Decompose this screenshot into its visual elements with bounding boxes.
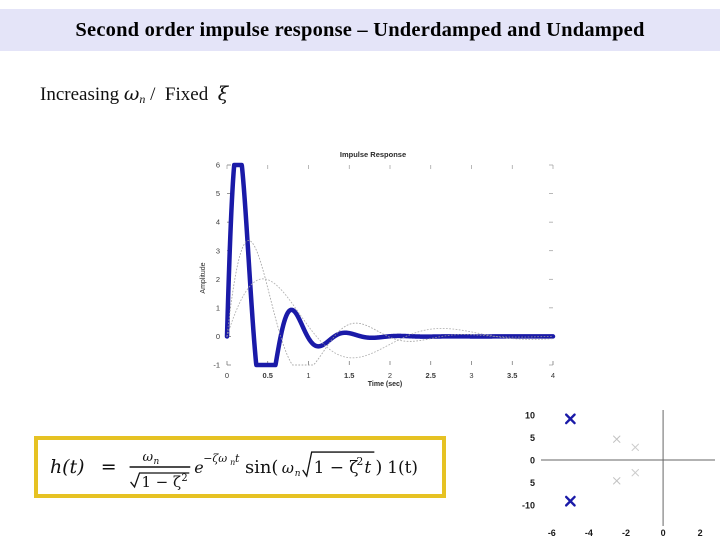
y-tick-label: -1 xyxy=(213,361,220,370)
x-tick-label: 3 xyxy=(469,371,473,380)
omega-subscript: n xyxy=(139,92,146,106)
formula-denominator-exponent: 2 xyxy=(181,473,187,484)
formula-sin-radicand: 1 − ζ xyxy=(314,457,359,477)
subtitle-separator: / xyxy=(150,84,156,105)
pole-marker-x-icon xyxy=(631,468,639,477)
y-tick-label: 4 xyxy=(216,218,220,227)
pole-map-y-tick-label: 5 xyxy=(530,478,535,488)
x-tick-label: 1 xyxy=(306,371,310,380)
formula-sin: sin( xyxy=(245,457,278,478)
pole-map-y-tick-label: -10 xyxy=(522,501,535,511)
series-line-0 xyxy=(224,162,556,368)
pole-map-y-ticks: -10 5 0 5 10 xyxy=(522,410,535,510)
formula-denominator: 1 − ζ xyxy=(142,473,182,491)
zeta-symbol: ξ xyxy=(217,83,229,105)
x-tick-label: 2.5 xyxy=(426,371,436,380)
pole-map-y-tick-label: 10 xyxy=(525,410,535,420)
x-tick-label: 2 xyxy=(388,371,392,380)
x-tick-label: 1.5 xyxy=(344,371,354,380)
formula-sin-t: t xyxy=(364,457,371,477)
pole-map-y-tick-label: 0 xyxy=(530,456,535,466)
y-tick-label: 3 xyxy=(216,246,220,255)
formula-sin-exponent: 2 xyxy=(356,455,363,468)
x-tick-label: 0 xyxy=(225,371,229,380)
pole-marker-x-icon xyxy=(613,477,621,485)
impulse-response-chart: Impulse Response Amplitude Time (sec) -1… xyxy=(175,143,565,393)
y-tick-label: 0 xyxy=(216,332,220,341)
subtitle-increasing-wn-fixed-zeta: Increasing ωn / Fixed ξ xyxy=(40,83,228,107)
pole-map-y-tick-label: 5 xyxy=(530,433,535,443)
impulse-response-svg: Impulse Response Amplitude Time (sec) -1… xyxy=(200,150,556,388)
chart-xlabel: Time (sec) xyxy=(368,381,403,388)
formula-unit-step: 1(t) xyxy=(387,457,418,477)
series-line-1 xyxy=(226,240,554,366)
subtitle-middle: Fixed xyxy=(164,84,209,105)
impulse-response-formula-box: h(t) = ω n 1 − ζ 2 e −ζω n t sin( ω n 1 … xyxy=(34,436,446,498)
formula-equals: = xyxy=(101,456,117,478)
pole-map-x-tick-label: -4 xyxy=(585,528,593,538)
chart-series-group xyxy=(224,162,556,368)
formula-exp-power-t: t xyxy=(235,452,240,465)
pole-marker-x-icon xyxy=(564,495,576,507)
pole-map-x-tick-label: 2 xyxy=(698,528,703,538)
chart-ylabel: Amplitude xyxy=(200,262,207,293)
page-title: Second order impulse response – Underdam… xyxy=(75,18,645,41)
slide-title-band: Second order impulse response – Underdam… xyxy=(0,9,720,51)
formula-close-paren: ) xyxy=(375,457,382,478)
chart-title: Impulse Response xyxy=(340,150,406,159)
y-tick-label: 5 xyxy=(216,189,220,198)
pole-marker-x-icon xyxy=(631,443,639,452)
y-tick-label: 6 xyxy=(216,161,220,170)
formula-numerator: ω xyxy=(143,450,154,465)
formula-sin-omega-subscript: n xyxy=(295,469,301,479)
x-tick-label: 0.5 xyxy=(263,371,273,380)
formula-numerator-subscript: n xyxy=(153,457,159,467)
x-tick-label: 4 xyxy=(551,371,555,380)
chart-x-axis-ticks: 0 0.5 1 1.5 2 2.5 3 3.5 4 xyxy=(225,165,555,380)
formula-exp-power: −ζω xyxy=(203,452,227,465)
pole-map-axes xyxy=(541,410,715,526)
pole-marker-x-icon xyxy=(564,413,576,425)
pole-map-x-tick-label: -2 xyxy=(622,528,630,538)
omega-symbol: ω xyxy=(123,83,140,105)
formula-svg: h(t) = ω n 1 − ζ 2 e −ζω n t sin( ω n 1 … xyxy=(50,450,418,491)
pole-zero-svg: -10 5 0 5 10 -6 -4 -2 0 2 xyxy=(522,410,715,538)
y-tick-label: 1 xyxy=(216,303,220,312)
series-line-2 xyxy=(226,278,554,359)
y-tick-label: 2 xyxy=(216,275,220,284)
pole-map-x-tick-label: 0 xyxy=(661,528,666,538)
formula-sin-omega: ω xyxy=(282,459,294,477)
pole-map-x-tick-label: -6 xyxy=(548,528,556,538)
formula-lhs: h(t) xyxy=(50,456,85,478)
pole-marker-x-icon xyxy=(613,435,621,443)
x-tick-label: 3.5 xyxy=(507,371,517,380)
subtitle-prefix: Increasing xyxy=(40,84,120,105)
pole-map-x-ticks: -6 -4 -2 0 2 xyxy=(548,528,703,538)
pole-zero-map: -10 5 0 5 10 -6 -4 -2 0 2 xyxy=(505,402,720,538)
